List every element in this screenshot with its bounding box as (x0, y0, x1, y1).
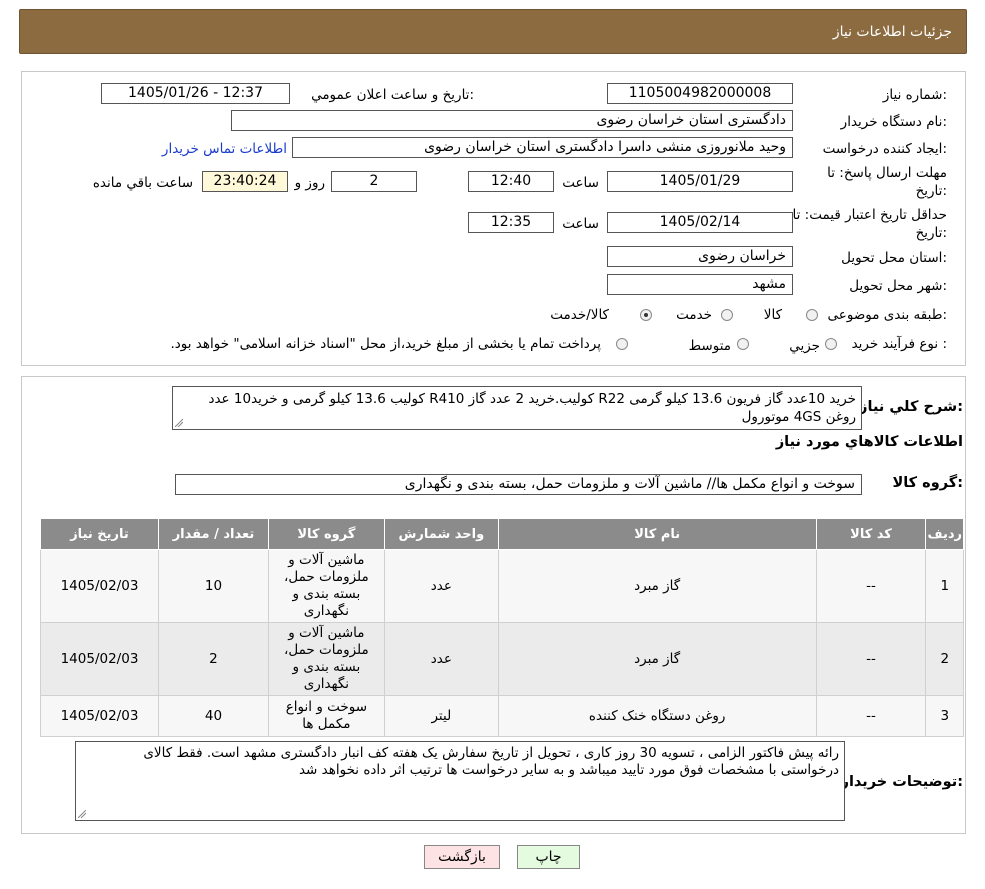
table-header-row: رديف کد کالا نام کالا واحد شمارش گروه کا… (40, 518, 964, 550)
process-note: پرداخت تمام يا بخشی از مبلغ خريد،از محل … (170, 336, 601, 352)
cell-code: -- (815, 549, 927, 623)
city-label: شهر محل تحويل: (849, 278, 947, 294)
announce-field: 1405/01/26 - 12:37 (101, 83, 290, 104)
need-number-field: 1105004982000008 (607, 83, 793, 104)
days-field: 2 (331, 171, 417, 192)
requester-label: ايجاد کننده درخواست: (822, 141, 947, 157)
category-radio-service[interactable] (721, 309, 733, 321)
col-qty: تعداد / مقدار (158, 518, 269, 550)
city-field: مشهد (607, 274, 793, 295)
validity-time-field: 12:35 (468, 212, 554, 233)
category-option-goods-service: کالا/خدمت (550, 307, 609, 323)
col-row: رديف (925, 518, 964, 550)
cell-date: 1405/02/03 (40, 622, 159, 696)
resize-handle-icon[interactable] (78, 810, 86, 818)
deadline-time-label: ساعت (562, 175, 599, 191)
cell-name: گاز مبرد (497, 549, 817, 623)
table-row: 2 -- گاز مبرد عدد ماشین آلات و ملزومات ح… (40, 622, 964, 696)
category-option-goods: کالا (763, 307, 782, 323)
category-radio-goods-service[interactable] (640, 309, 652, 321)
category-label: طبقه بندی موضوعی: (827, 307, 947, 323)
deadline-label-date: تاريخ: (915, 183, 947, 199)
buyer-contact-link[interactable]: اطلاعات تماس خريدار (162, 141, 287, 157)
process-label: نوع فرآيند خريد : (851, 336, 947, 352)
deadline-date-field: 1405/01/29 (607, 171, 793, 192)
cell-unit: لیتر (383, 695, 499, 737)
print-button[interactable]: چاپ (517, 845, 580, 869)
days-label: روز و (294, 175, 325, 191)
process-radio-treasury[interactable] (616, 338, 628, 350)
col-code: کد کالا (815, 518, 927, 550)
cell-code: -- (815, 622, 927, 696)
cell-unit: عدد (383, 622, 499, 696)
cell-row: 3 (925, 695, 964, 737)
cell-date: 1405/02/03 (40, 549, 159, 623)
back-button[interactable]: بازگشت (424, 845, 500, 869)
cell-row: 2 (925, 622, 964, 696)
col-name: نام کالا (497, 518, 817, 550)
col-group: گروه کالا (267, 518, 385, 550)
buyer-org-field: دادگستری استان خراسان رضوی (231, 110, 793, 131)
cell-group: سوخت و انواع مکمل ها (267, 695, 385, 737)
cell-code: -- (815, 695, 927, 737)
validity-label-date: تاريخ: (915, 225, 947, 241)
province-field: خراسان رضوی (607, 246, 793, 267)
buyer-notes-content: رائه پیش فاکتور الزامی ، تسویه 30 روز کا… (143, 745, 839, 778)
page-header: جزئیات اطلاعات نیاز (19, 9, 967, 54)
requester-field: وحید ملانوروزی منشی داسرا دادگستری استان… (292, 137, 793, 158)
cell-qty: 2 (158, 622, 269, 696)
process-radio-medium[interactable] (737, 338, 749, 350)
cell-date: 1405/02/03 (40, 695, 159, 737)
category-option-service: خدمت (676, 307, 712, 323)
need-number-label: شماره نیاز: (882, 87, 947, 103)
details-panel: شماره نیاز: 1105004982000008 تاریخ و ساع… (21, 71, 966, 366)
deadline-label: مهلت ارسال پاسخ: تا (827, 165, 947, 181)
col-unit: واحد شمارش (383, 518, 499, 550)
table-row: 3 -- روغن دستگاه خنک کننده لیتر سوخت و ا… (40, 695, 964, 737)
cell-group: ماشین آلات و ملزومات حمل، بسته بندی و نگ… (267, 622, 385, 696)
goods-panel: شرح کلي نياز: خرید 10عدد گاز فریون 13.6 … (21, 376, 966, 834)
process-option-minor: جزيي (789, 338, 820, 354)
category-radio-goods[interactable] (806, 309, 818, 321)
validity-time-label: ساعت (562, 216, 599, 232)
goods-group-label: گروه کالا: (892, 475, 963, 491)
summary-text-content: خرید 10عدد گاز فریون 13.6 کیلو گرمی R22 … (208, 391, 856, 425)
col-date: تاريخ نياز (40, 518, 159, 550)
summary-text: خرید 10عدد گاز فریون 13.6 کیلو گرمی R22 … (172, 386, 862, 430)
cell-group: ماشین آلات و ملزومات حمل، بسته بندی و نگ… (267, 549, 385, 623)
process-option-medium: متوسط (688, 338, 731, 354)
summary-label: شرح کلي نياز: (859, 399, 963, 415)
goods-table: رديف کد کالا نام کالا واحد شمارش گروه کا… (40, 518, 964, 737)
announce-label: تاریخ و ساعت اعلان عمومي: (311, 87, 474, 103)
remaining-time-field: 23:40:24 (202, 171, 288, 192)
deadline-time-field: 12:40 (468, 171, 554, 192)
cell-row: 1 (925, 549, 964, 623)
cell-name: روغن دستگاه خنک کننده (497, 695, 817, 737)
buyer-notes-label: توضيحات خريدار: (840, 774, 963, 790)
goods-info-title: اطلاعات کالاهاي مورد نياز (775, 434, 963, 450)
process-radio-minor[interactable] (825, 338, 837, 350)
buyer-notes-text: رائه پیش فاکتور الزامی ، تسویه 30 روز کا… (75, 741, 845, 821)
validity-label: حداقل تاريخ اعتبار قيمت: تا (792, 207, 947, 223)
goods-group-field: سوخت و انواع مکمل ها// ماشین آلات و ملزو… (175, 474, 862, 495)
cell-name: گاز مبرد (497, 622, 817, 696)
cell-qty: 10 (158, 549, 269, 623)
table-row: 1 -- گاز مبرد عدد ماشین آلات و ملزومات ح… (40, 549, 964, 623)
page-title: جزئیات اطلاعات نیاز (832, 24, 952, 40)
remaining-label: ساعت باقي مانده (92, 175, 193, 191)
cell-unit: عدد (383, 549, 499, 623)
cell-qty: 40 (158, 695, 269, 737)
buyer-org-label: نام دستگاه خريدار: (840, 114, 947, 130)
province-label: استان محل تحويل: (841, 250, 947, 266)
validity-date-field: 1405/02/14 (607, 212, 793, 233)
resize-handle-icon[interactable] (175, 419, 183, 427)
